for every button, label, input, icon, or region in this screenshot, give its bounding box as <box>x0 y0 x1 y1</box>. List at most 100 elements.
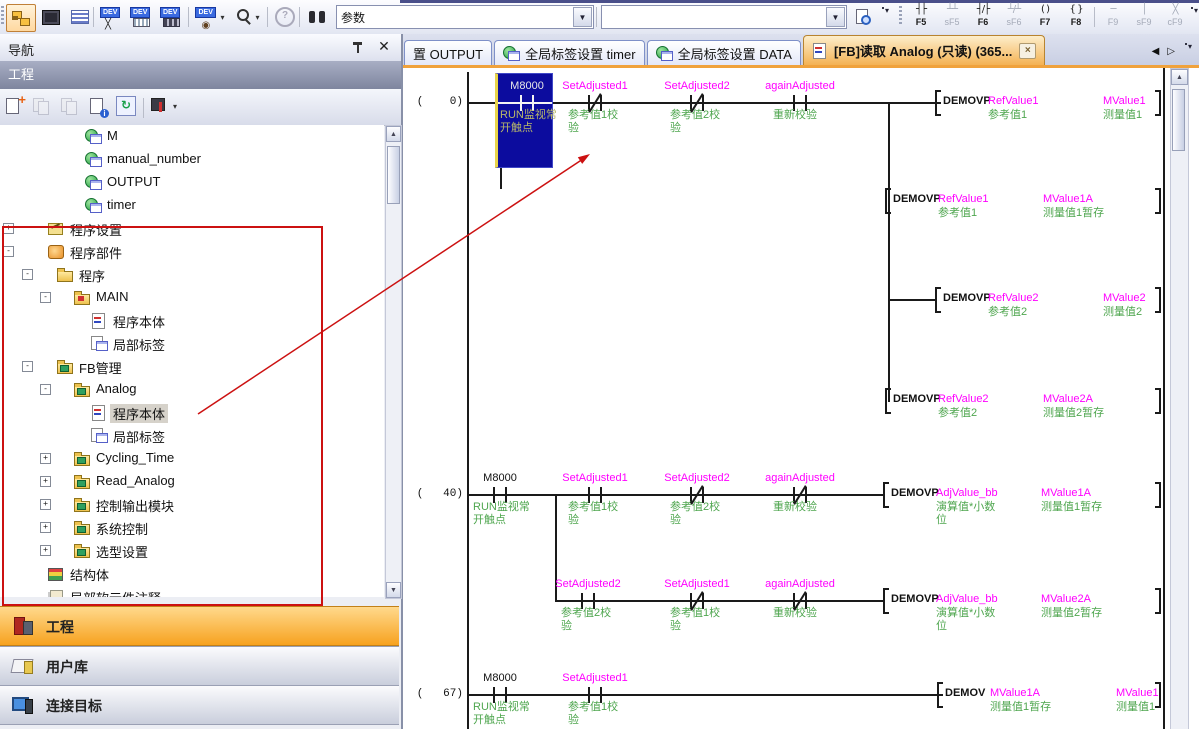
collapse-icon[interactable]: - <box>40 292 51 303</box>
tree-item[interactable]: +程序设置 <box>0 217 384 240</box>
device-memory-button[interactable] <box>98 4 126 30</box>
contact-againAdjusted[interactable]: againAdjusted <box>755 578 845 590</box>
panel-button-connection[interactable]: 连接目标 <box>0 685 399 725</box>
tab-global-label-output[interactable]: 置 OUTPUT <box>404 40 492 65</box>
module-config-button[interactable] <box>37 4 65 30</box>
contact-SetAdjusted1[interactable]: SetAdjusted1 <box>652 578 742 590</box>
tab-global-label-data[interactable]: 全局标签设置 DATA <box>647 40 801 65</box>
tree-item[interactable]: -程序部件 <box>0 240 384 263</box>
new-item-icon[interactable] <box>4 96 26 116</box>
chevron-down-icon[interactable]: ▼ <box>826 7 845 27</box>
tree-item[interactable]: +控制输出模块 <box>0 493 384 516</box>
panel-button-user-library[interactable]: 用户库 <box>0 646 399 686</box>
help-button[interactable]: ? <box>271 4 299 30</box>
contact-SetAdjusted1[interactable]: SetAdjusted1 <box>550 672 640 684</box>
tree-item[interactable]: 程序本体 <box>0 401 384 424</box>
copy-icon[interactable] <box>32 96 54 116</box>
tree-item[interactable]: -MAIN <box>0 286 384 309</box>
output-left-bracket[interactable] <box>883 482 889 508</box>
tree-item[interactable]: 程序本体 <box>0 309 384 332</box>
ladder-closed-contact-button[interactable]: ┤/├F6 <box>968 3 998 31</box>
tree-item[interactable]: OUTPUT <box>0 171 384 194</box>
toolbar-grip[interactable] <box>1 6 4 26</box>
sort-dropdown-icon[interactable] <box>150 96 172 116</box>
tree-item[interactable]: M <box>0 125 384 148</box>
tree-item[interactable]: manual_number <box>0 148 384 171</box>
tab-menu-icon[interactable]: ▾ <box>1183 42 1197 60</box>
tab-scroll-right-icon[interactable]: ▷ <box>1167 46 1175 57</box>
tree-scrollbar[interactable]: ▲ ▼ <box>385 125 402 599</box>
collapse-icon[interactable]: - <box>22 269 33 280</box>
expand-icon[interactable]: + <box>40 476 51 487</box>
ladder-instruction-button[interactable]: { }F8 <box>1061 3 1091 31</box>
tab-scroll-left-icon[interactable]: ◀ <box>1152 46 1160 57</box>
tree-item[interactable]: 结构体 <box>0 562 384 585</box>
zoom-dropdown[interactable]: ▾ <box>230 4 264 30</box>
paste-icon[interactable] <box>60 96 82 116</box>
tree-item[interactable]: 局部软元件注释 <box>0 585 384 597</box>
collapse-icon[interactable]: - <box>40 384 51 395</box>
scroll-down-icon[interactable]: ▼ <box>386 582 401 598</box>
output-left-bracket[interactable] <box>935 90 941 116</box>
find-button[interactable] <box>303 4 331 30</box>
expand-icon[interactable]: + <box>3 223 14 234</box>
collapse-icon[interactable]: - <box>3 246 14 257</box>
contact-againAdjusted[interactable]: againAdjusted <box>755 472 845 484</box>
output-left-bracket[interactable] <box>937 682 943 708</box>
expand-icon[interactable]: + <box>40 522 51 533</box>
panel-button-project[interactable]: 工程 <box>0 606 399 646</box>
tab-global-label-timer[interactable]: 全局标签设置 timer <box>494 40 645 65</box>
tree-item[interactable]: -FB管理 <box>0 355 384 378</box>
contact-M8000[interactable]: M8000 <box>455 472 545 484</box>
ladder-scrollbar-thumb[interactable] <box>1172 89 1185 151</box>
contact-SetAdjusted2[interactable]: SetAdjusted2 <box>652 472 742 484</box>
ladder-vline-button[interactable]: │sF9 <box>1129 3 1159 31</box>
ladder-delete-line-button[interactable]: ╳cF9 <box>1160 3 1190 31</box>
output-left-bracket[interactable] <box>883 588 889 614</box>
scroll-up-icon[interactable]: ▲ <box>1171 69 1188 85</box>
tree-item[interactable]: +系统控制 <box>0 516 384 539</box>
output-left-bracket[interactable] <box>935 287 941 313</box>
device-monitor-button[interactable] <box>128 4 156 30</box>
tree-item[interactable]: 局部标签 <box>0 424 384 447</box>
ladder-editor[interactable]: ( 0)M8000RUN监视常开触点SetAdjusted1参考值1校验SetA… <box>403 65 1199 729</box>
tree-item[interactable]: +Read_Analog <box>0 470 384 493</box>
ladder-coil-button[interactable]: ( )F7 <box>1030 3 1060 31</box>
tree-item[interactable]: +Cycling_Time <box>0 447 384 470</box>
contact-SetAdjusted2[interactable]: SetAdjusted2 <box>543 578 633 590</box>
scroll-up-icon[interactable]: ▲ <box>386 126 401 142</box>
device-batch-button[interactable] <box>158 4 186 30</box>
output-left-bracket[interactable] <box>885 388 891 414</box>
search-combo[interactable]: 参数 ▼ <box>336 5 594 29</box>
expand-icon[interactable]: + <box>40 499 51 510</box>
tree-item[interactable]: -程序 <box>0 263 384 286</box>
project-view-button[interactable] <box>6 4 36 32</box>
refresh-icon[interactable]: ↻ <box>116 96 136 116</box>
close-icon[interactable]: ✕ <box>376 38 392 55</box>
tree-item[interactable]: 局部标签 <box>0 332 384 355</box>
contact-SetAdjusted1[interactable]: SetAdjusted1 <box>550 472 640 484</box>
comment-list-button[interactable] <box>66 4 94 30</box>
expand-icon[interactable]: + <box>40 453 51 464</box>
toolbar-overflow-icon[interactable]: ▾ <box>1189 6 1199 24</box>
toolbar-overflow-icon[interactable]: ▾ <box>880 6 894 24</box>
ladder-open-branch-button[interactable]: ┴┴sF5 <box>937 3 967 31</box>
tab-fb-read-analog[interactable]: [FB]读取 Analog (只读) (365... × <box>803 35 1045 65</box>
ladder-open-contact-button[interactable]: ┤├F5 <box>906 3 936 31</box>
tree-item[interactable]: -Analog <box>0 378 384 401</box>
close-icon[interactable]: × <box>1019 43 1036 59</box>
contact-M8000[interactable]: M8000 <box>455 672 545 684</box>
expand-icon[interactable]: + <box>40 545 51 556</box>
find-in-document-button[interactable] <box>849 4 877 30</box>
contact-SetAdjusted1[interactable]: SetAdjusted1 <box>550 80 640 92</box>
collapse-icon[interactable]: - <box>22 361 33 372</box>
tree-item[interactable]: timer <box>0 194 384 217</box>
ladder-closed-branch-button[interactable]: ┴/┴sF6 <box>999 3 1029 31</box>
pin-icon[interactable] <box>352 41 364 55</box>
property-icon[interactable] <box>88 96 110 116</box>
output-left-bracket[interactable] <box>885 188 891 214</box>
device-combo[interactable]: ▼ <box>601 5 847 29</box>
tree-item[interactable]: +选型设置 <box>0 539 384 562</box>
toolbar-grip[interactable] <box>899 6 902 26</box>
contact-SetAdjusted2[interactable]: SetAdjusted2 <box>652 80 742 92</box>
